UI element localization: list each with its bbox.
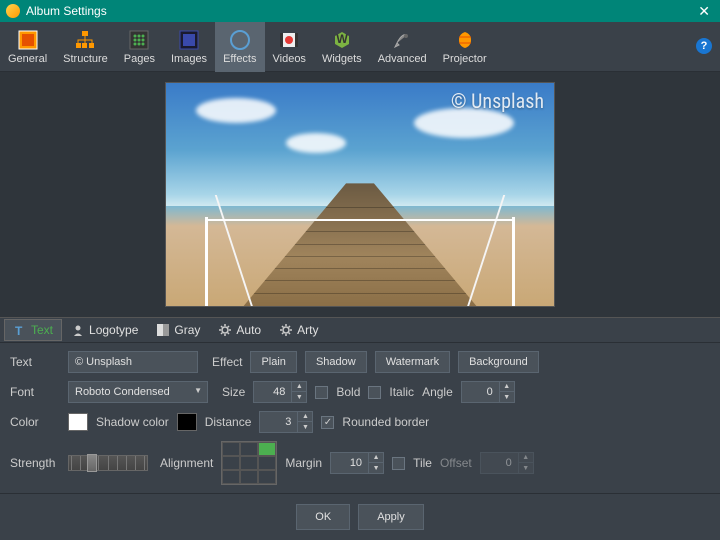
projector-icon — [454, 29, 476, 51]
chevron-down-icon[interactable]: ▼ — [369, 463, 383, 473]
effect-background-button[interactable]: Background — [458, 351, 539, 373]
tab-pages[interactable]: Pages — [116, 22, 163, 72]
structure-icon — [74, 29, 96, 51]
tab-general[interactable]: General — [0, 22, 55, 72]
text-icon: T — [13, 323, 27, 337]
tile-label: Tile — [413, 456, 432, 470]
distance-spinner[interactable]: ▲▼ — [259, 411, 313, 433]
offset-label: Offset — [440, 456, 472, 470]
pages-icon — [128, 29, 150, 51]
alignment-grid[interactable] — [221, 441, 277, 485]
footer: OK Apply — [0, 493, 720, 540]
chevron-down-icon[interactable]: ▼ — [298, 422, 312, 432]
tab-images[interactable]: Images — [163, 22, 215, 72]
controls-panel: Text Effect Plain Shadow Watermark Backg… — [0, 343, 720, 493]
main-toolbar: General Structure Pages Images Effects V… — [0, 22, 720, 72]
slider-thumb[interactable] — [87, 454, 97, 472]
videos-icon — [278, 29, 300, 51]
bold-checkbox[interactable] — [315, 386, 328, 399]
chevron-down-icon[interactable]: ▼ — [292, 392, 306, 402]
app-icon — [6, 4, 20, 18]
tab-effects[interactable]: Effects — [215, 22, 264, 72]
offset-spinner: ▲▼ — [480, 452, 534, 474]
close-icon[interactable]: ✕ — [694, 3, 714, 20]
rounded-checkbox[interactable] — [321, 416, 334, 429]
effects-subtabs: T Text Logotype Gray Auto Arty — [0, 317, 720, 343]
text-input[interactable] — [68, 351, 198, 373]
ok-button[interactable]: OK — [296, 504, 350, 530]
bold-label: Bold — [336, 385, 360, 399]
strength-slider[interactable] — [68, 455, 148, 471]
strength-label: Strength — [10, 456, 60, 470]
tile-checkbox[interactable] — [392, 457, 405, 470]
tab-structure[interactable]: Structure — [55, 22, 116, 72]
chevron-up-icon[interactable]: ▲ — [292, 382, 306, 392]
tab-advanced[interactable]: Advanced — [370, 22, 435, 72]
gray-icon — [156, 323, 170, 337]
margin-spinner[interactable]: ▲▼ — [330, 452, 384, 474]
shadow-color-swatch[interactable] — [177, 413, 197, 431]
preview-area: © Unsplash — [0, 72, 720, 317]
effect-plain-button[interactable]: Plain — [250, 351, 296, 373]
widgets-icon: W — [331, 29, 353, 51]
subtab-gray[interactable]: Gray — [147, 319, 209, 341]
italic-checkbox[interactable] — [368, 386, 381, 399]
margin-label: Margin — [285, 456, 322, 470]
preview-image: © Unsplash — [165, 82, 555, 307]
size-label: Size — [222, 385, 245, 399]
effect-watermark-button[interactable]: Watermark — [375, 351, 450, 373]
apply-button[interactable]: Apply — [358, 504, 424, 530]
window-title: Album Settings — [26, 4, 694, 18]
titlebar: Album Settings ✕ — [0, 0, 720, 22]
subtab-auto[interactable]: Auto — [209, 319, 270, 341]
font-select[interactable]: Roboto Condensed — [68, 381, 208, 403]
subtab-text[interactable]: T Text — [4, 319, 62, 341]
tab-videos[interactable]: Videos — [265, 22, 314, 72]
chevron-up-icon[interactable]: ▲ — [369, 453, 383, 463]
subtab-arty[interactable]: Arty — [270, 319, 327, 341]
tab-projector[interactable]: Projector — [435, 22, 495, 72]
color-swatch[interactable] — [68, 413, 88, 431]
color-label: Color — [10, 415, 60, 429]
angle-label: Angle — [422, 385, 453, 399]
images-icon — [178, 29, 200, 51]
chevron-down-icon: ▼ — [519, 463, 533, 473]
effects-icon — [229, 29, 251, 51]
gear-icon — [279, 323, 293, 337]
distance-label: Distance — [205, 415, 252, 429]
chevron-down-icon[interactable]: ▼ — [500, 392, 514, 402]
font-label: Font — [10, 385, 60, 399]
advanced-icon — [391, 29, 413, 51]
gear-icon — [218, 323, 232, 337]
chevron-up-icon[interactable]: ▲ — [500, 382, 514, 392]
tab-widgets[interactable]: W Widgets — [314, 22, 370, 72]
size-spinner[interactable]: ▲▼ — [253, 381, 307, 403]
rounded-label: Rounded border — [342, 415, 429, 429]
text-label: Text — [10, 355, 60, 369]
chevron-up-icon[interactable]: ▲ — [298, 412, 312, 422]
shadow-color-label: Shadow color — [96, 415, 169, 429]
logotype-icon — [71, 323, 85, 337]
svg-text:W: W — [336, 32, 348, 46]
subtab-logotype[interactable]: Logotype — [62, 319, 147, 341]
general-icon — [17, 29, 39, 51]
effect-label: Effect — [212, 355, 242, 369]
effect-shadow-button[interactable]: Shadow — [305, 351, 367, 373]
angle-spinner[interactable]: ▲▼ — [461, 381, 515, 403]
help-icon[interactable]: ? — [696, 38, 712, 54]
watermark-overlay: © Unsplash — [451, 89, 544, 113]
svg-text:T: T — [15, 324, 23, 337]
italic-label: Italic — [389, 385, 414, 399]
alignment-label: Alignment — [160, 456, 213, 470]
chevron-up-icon: ▲ — [519, 453, 533, 463]
